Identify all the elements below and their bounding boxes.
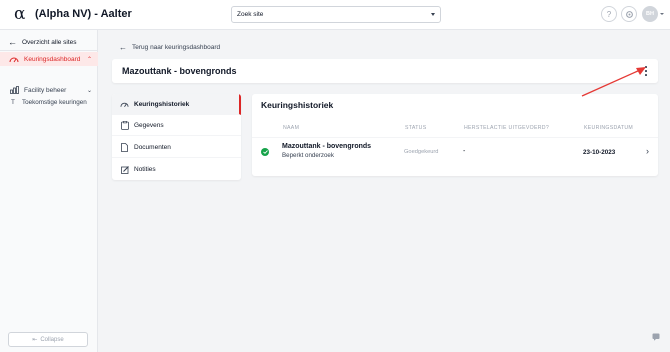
sidebar-item-facility-beheer[interactable]: Facility beheer ⌄: [0, 83, 98, 97]
sidebar-item-toekomstige-keuringen[interactable]: T Toekomstige keuringen: [9, 99, 87, 106]
status-badge: Goedgekeurd: [404, 149, 439, 155]
tab-notities[interactable]: Notities: [112, 159, 241, 180]
row-herstelactie: -: [463, 148, 466, 155]
chevron-up-icon: ⌃: [86, 57, 92, 63]
tab-documenten[interactable]: Documenten: [112, 137, 241, 158]
site-search-select[interactable]: Zoek site: [231, 6, 441, 23]
t-icon: T: [11, 99, 15, 106]
gauge-icon: [9, 55, 19, 63]
app-title: (Alpha NV) - Aalter: [35, 8, 132, 20]
column-header-status: STATUS: [405, 125, 427, 131]
row-subtitle: Beperkt onderzoek: [282, 152, 334, 159]
divider: [252, 137, 658, 138]
site-select-value: Zoek site: [237, 11, 264, 18]
row-date: 23-10-2023: [583, 149, 616, 156]
chevron-down-icon: ⌄: [86, 88, 92, 94]
clipboard-icon: [120, 120, 129, 130]
column-header-herstelactie: HERSTELACTIE UITGEVOERD?: [464, 125, 550, 131]
collapse-button[interactable]: ⇤ Collapse: [8, 332, 88, 347]
inspection-history-panel: Keuringshistoriek NAAM STATUS HERSTELACT…: [252, 94, 658, 176]
sidebar-item-label: Toekomstige keuringen: [22, 99, 87, 106]
tab-label: Documenten: [134, 143, 171, 151]
tab-label: Keuringshistoriek: [134, 100, 190, 108]
collapse-icon: ⇤: [32, 337, 38, 343]
edit-icon: [120, 165, 129, 174]
document-icon: [120, 142, 129, 152]
column-header-naam: NAAM: [283, 125, 300, 131]
alpha-logo[interactable]: α: [14, 6, 25, 23]
avatar[interactable]: BH: [642, 6, 658, 22]
sidebar: ← Overzicht alle sites Keuringsdashboard…: [0, 30, 98, 352]
row-name: Mazouttank - bovengronds: [282, 143, 372, 150]
back-to-dashboard-link[interactable]: ← Terug naar keuringsdashboard: [119, 43, 220, 52]
tab-keuringshistoriek[interactable]: Keuringshistoriek: [112, 94, 241, 115]
chevron-right-icon[interactable]: ›: [646, 147, 649, 156]
tab-gegevens[interactable]: Gegevens: [112, 115, 241, 136]
arrow-left-icon: ←: [8, 37, 17, 47]
gauge-icon: [120, 100, 129, 109]
asset-title-card: Mazouttank - bovengronds: [112, 59, 658, 83]
check-circle-icon: [261, 148, 269, 156]
chat-icon[interactable]: [652, 333, 660, 341]
help-icon: ?: [606, 9, 612, 19]
sidebar-item-label: Facility beheer: [24, 86, 67, 94]
arrow-left-icon: ←: [119, 43, 127, 52]
tab-label: Notities: [134, 166, 156, 173]
annotation-arrow: [581, 67, 646, 97]
chevron-down-icon: [431, 13, 435, 16]
column-header-keuringsdatum: KEURINGSDATUM: [584, 125, 634, 131]
detail-tabs: Keuringshistoriek Gegevens Documenten No…: [112, 94, 241, 180]
collapse-label: Collapse: [40, 336, 64, 343]
sidebar-item-keuringsdashboard[interactable]: Keuringsdashboard ⌃: [0, 52, 98, 66]
help-button[interactable]: ?: [601, 6, 617, 22]
back-to-dashboard-label: Terug naar keuringsdashboard: [132, 44, 221, 51]
top-bar: α (Alpha NV) - Aalter Zoek site ? BH: [0, 0, 670, 30]
settings-button[interactable]: [621, 6, 637, 22]
back-to-all-sites-label: Overzicht alle sites: [22, 39, 77, 46]
gear-icon: [625, 10, 633, 18]
tab-label: Gegevens: [134, 121, 164, 129]
back-to-all-sites-link[interactable]: ← Overzicht alle sites: [8, 38, 77, 47]
chevron-down-icon[interactable]: [660, 13, 664, 15]
sidebar-divider: [0, 50, 98, 51]
chart-icon: [9, 86, 19, 94]
page-title: Mazouttank - bovengronds: [122, 66, 237, 76]
section-title: Keuringshistoriek: [261, 100, 334, 110]
sidebar-item-label: Keuringsdashboard: [24, 55, 81, 63]
